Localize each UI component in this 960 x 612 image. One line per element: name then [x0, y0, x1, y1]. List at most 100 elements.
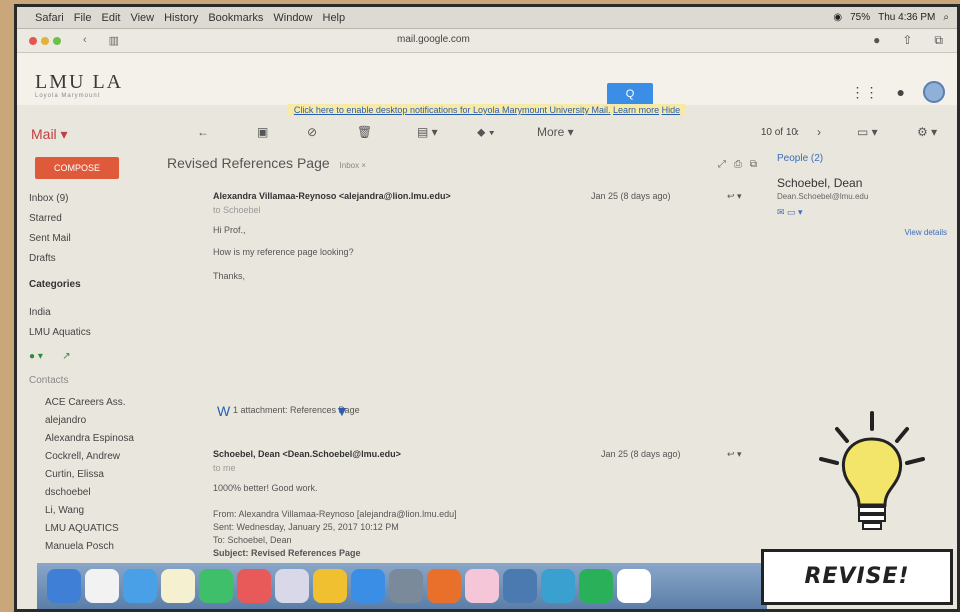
- lmu-logo[interactable]: LMU LA: [35, 71, 123, 94]
- menu-safari[interactable]: Safari: [35, 12, 64, 24]
- menu-help[interactable]: Help: [323, 12, 346, 24]
- input-tools-icon[interactable]: ▭ ▾: [857, 125, 878, 139]
- contact-actions-icon[interactable]: ✉ ▭ ▾: [777, 207, 947, 218]
- learn-more-link[interactable]: Learn more: [613, 105, 659, 115]
- avatar[interactable]: [923, 81, 945, 103]
- drive-save-icon[interactable]: ▼: [335, 403, 349, 419]
- contact-item[interactable]: Manuela Posch: [45, 541, 114, 552]
- next-icon[interactable]: ›: [817, 125, 821, 139]
- calendar-icon[interactable]: [85, 569, 119, 603]
- search-button[interactable]: Q: [607, 83, 653, 105]
- message-sender[interactable]: Schoebel, Dean <Dean.Schoebel@lmu.edu>: [213, 449, 401, 459]
- menu-view[interactable]: View: [130, 12, 154, 24]
- photo-booth-icon[interactable]: [237, 569, 271, 603]
- nav-buttons: ‹ ▥: [83, 34, 119, 47]
- notifications-icon[interactable]: ●: [897, 84, 905, 100]
- back-icon[interactable]: ‹: [83, 34, 87, 47]
- contact-item[interactable]: dschoebel: [45, 487, 91, 498]
- label-aquatics[interactable]: LMU Aquatics: [29, 327, 91, 338]
- spam-icon[interactable]: ⊘: [307, 125, 317, 139]
- tabs-icon[interactable]: ⧉: [934, 33, 943, 48]
- back-arrow-icon[interactable]: ←: [197, 125, 209, 139]
- hangouts-status-icon[interactable]: ● ▾ ↗: [29, 351, 71, 362]
- finder-icon[interactable]: [47, 569, 81, 603]
- archive-icon[interactable]: ▣: [257, 125, 268, 139]
- contact-email[interactable]: Dean.Schoebel@lmu.edu: [777, 192, 947, 201]
- move-to-icon[interactable]: ▤ ▾: [417, 125, 438, 139]
- inbox-tag[interactable]: Inbox ×: [340, 161, 366, 170]
- contact-item[interactable]: Cockrell, Andrew: [45, 451, 120, 462]
- enable-notifications-link[interactable]: Click here to enable desktop notificatio…: [294, 105, 611, 115]
- message-recipient[interactable]: to me: [213, 463, 236, 473]
- contact-item[interactable]: Alexandra Espinosa: [45, 433, 134, 444]
- share-icon[interactable]: ⇧: [902, 33, 912, 48]
- preview-icon[interactable]: [389, 569, 423, 603]
- hide-link[interactable]: Hide: [662, 105, 681, 115]
- people-panel: People (2) Schoebel, Dean Dean.Schoebel@…: [777, 153, 947, 237]
- apps-grid-icon[interactable]: ⋮⋮: [851, 84, 879, 101]
- clock[interactable]: Thu 4:36 PM: [878, 12, 935, 23]
- facetime-icon[interactable]: [199, 569, 233, 603]
- search-icon[interactable]: ⌕: [943, 12, 949, 23]
- photos-icon[interactable]: [465, 569, 499, 603]
- menu-edit[interactable]: Edit: [101, 12, 120, 24]
- print-icon[interactable]: ⎙: [734, 159, 742, 170]
- app-store-icon[interactable]: [351, 569, 385, 603]
- contact-item[interactable]: Li, Wang: [45, 505, 84, 516]
- safari-icon[interactable]: [123, 569, 157, 603]
- new-window-icon[interactable]: ⧉: [750, 159, 757, 170]
- categories-heading[interactable]: Categories: [29, 279, 81, 290]
- prev-icon[interactable]: ‹: [795, 125, 799, 139]
- powerpoint-icon[interactable]: [427, 569, 461, 603]
- view-details-link[interactable]: View details: [777, 228, 947, 237]
- menu-bookmarks[interactable]: Bookmarks: [208, 12, 263, 24]
- label-icon[interactable]: ⬥ ▾: [477, 125, 495, 140]
- reply-icon[interactable]: ↩ ▾: [727, 191, 742, 202]
- sidebar-toggle-icon[interactable]: ▥: [109, 34, 119, 47]
- contact-item[interactable]: Curtin, Elissa: [45, 469, 104, 480]
- chrome-icon[interactable]: [313, 569, 347, 603]
- people-title[interactable]: People (2): [777, 153, 947, 164]
- download-icon[interactable]: ●: [873, 33, 880, 48]
- minimize-icon[interactable]: [41, 36, 49, 45]
- compose-button[interactable]: COMPOSE: [35, 157, 119, 179]
- maximize-icon[interactable]: [53, 36, 61, 45]
- menu-file[interactable]: File: [74, 12, 92, 24]
- image-capture-icon[interactable]: [503, 569, 537, 603]
- address-bar[interactable]: mail.google.com: [397, 34, 470, 45]
- subject-text: Revised References Page: [167, 155, 330, 171]
- dock: [37, 563, 767, 609]
- sidebar-item-starred[interactable]: Starred: [29, 213, 62, 224]
- label-india[interactable]: India: [29, 307, 51, 318]
- contact-item[interactable]: alejandro: [45, 415, 86, 426]
- pager-count: 10 of 10: [760, 127, 797, 138]
- menu-history[interactable]: History: [164, 12, 198, 24]
- spotify-icon[interactable]: [579, 569, 613, 603]
- contact-item[interactable]: ACE Careers Ass.: [45, 397, 126, 408]
- reply-icon[interactable]: ↩ ▾: [727, 449, 742, 460]
- sidebar-item-sent[interactable]: Sent Mail: [29, 233, 71, 244]
- message-recipient[interactable]: to Schoebel: [213, 205, 261, 215]
- message-body-line: Subject: Revised References Page: [213, 548, 361, 558]
- gear-icon[interactable]: ⚙ ▾: [917, 125, 937, 139]
- photo-frame: Safari File Edit View History Bookmarks …: [14, 4, 960, 612]
- close-icon[interactable]: [29, 36, 37, 45]
- mail-menu[interactable]: Mail ▾: [31, 126, 68, 143]
- expand-icon[interactable]: ⤢: [718, 159, 726, 170]
- itunes-icon[interactable]: [275, 569, 309, 603]
- message-sender[interactable]: Alexandra Villamaa-Reynoso <alejandra@li…: [213, 191, 451, 201]
- wifi-icon[interactable]: ◉: [833, 12, 842, 23]
- menu-window[interactable]: Window: [273, 12, 312, 24]
- delete-icon[interactable]: 🗑: [357, 125, 372, 139]
- battery-status[interactable]: 75%: [850, 12, 870, 23]
- status-area: ◉ 75% Thu 4:36 PM ⌕: [833, 12, 957, 23]
- sidebar-item-drafts[interactable]: Drafts: [29, 253, 56, 264]
- messages-icon[interactable]: [541, 569, 575, 603]
- sidebar-item-inbox[interactable]: Inbox (9): [29, 193, 68, 204]
- icloud-icon[interactable]: [617, 569, 651, 603]
- contact-name[interactable]: Schoebel, Dean: [777, 176, 947, 190]
- notes-icon[interactable]: [161, 569, 195, 603]
- contact-item[interactable]: LMU AQUATICS: [45, 523, 119, 534]
- word-doc-icon[interactable]: W: [217, 403, 230, 419]
- more-button[interactable]: More ▾: [537, 125, 574, 139]
